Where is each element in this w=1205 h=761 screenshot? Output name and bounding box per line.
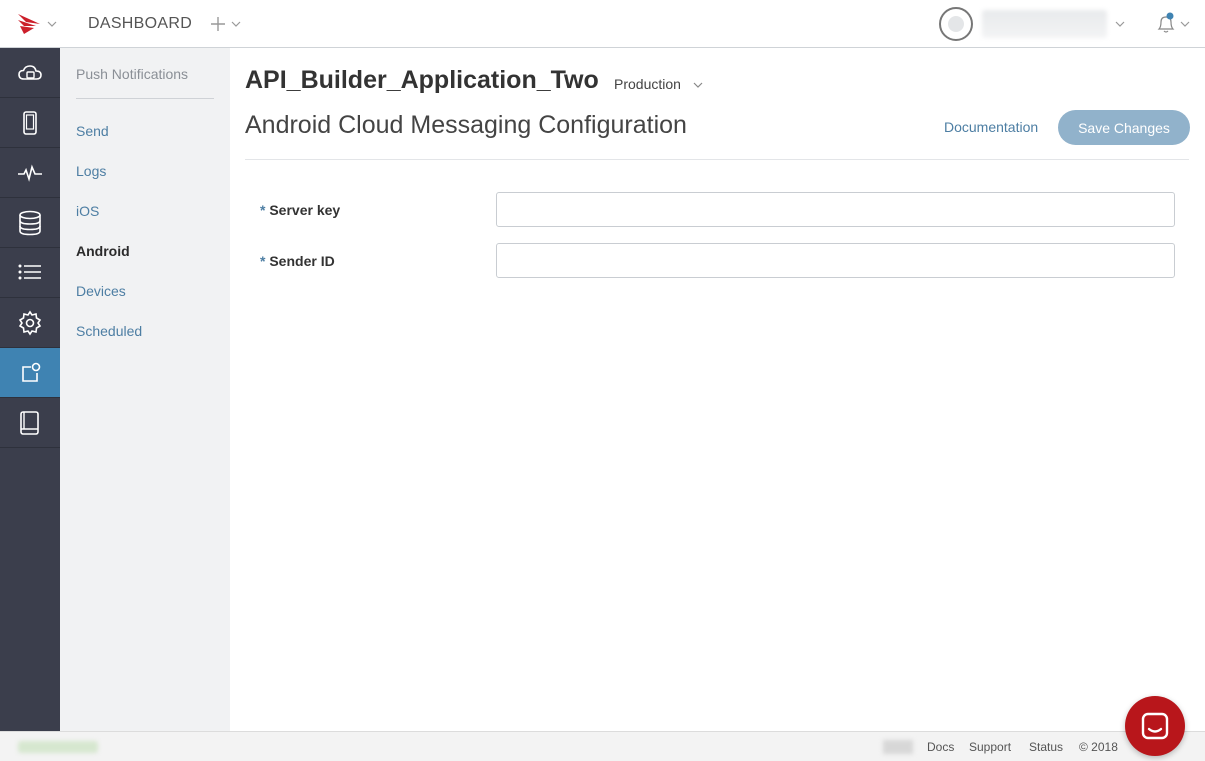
- brand-logo-icon[interactable]: [16, 12, 42, 36]
- subnav-item-android[interactable]: Android: [76, 243, 130, 259]
- chevron-down-icon[interactable]: [1115, 19, 1125, 29]
- version-redacted: [883, 740, 913, 754]
- user-info-redacted[interactable]: [982, 10, 1107, 38]
- rail-item-activity[interactable]: [0, 148, 60, 198]
- list-icon: [18, 264, 41, 279]
- subnav-item-logs[interactable]: Logs: [76, 163, 106, 179]
- rail-item-list[interactable]: [0, 248, 60, 298]
- activity-icon: [18, 164, 42, 182]
- app-name: API_Builder_Application_Two: [245, 66, 599, 94]
- book-icon: [20, 410, 39, 435]
- avatar[interactable]: [939, 7, 973, 41]
- rail-item-mobile[interactable]: [0, 98, 60, 148]
- save-changes-button[interactable]: Save Changes: [1058, 110, 1190, 145]
- required-mark: *: [260, 253, 266, 269]
- dashboard-label[interactable]: DASHBOARD: [88, 15, 192, 33]
- plus-icon[interactable]: [210, 16, 226, 32]
- divider: [245, 159, 1189, 160]
- status-indicator-redacted: [18, 741, 98, 753]
- server-key-label: * Server key: [260, 202, 340, 218]
- gear-icon: [18, 310, 42, 335]
- subnav-item-send[interactable]: Send: [76, 123, 109, 139]
- documentation-link[interactable]: Documentation: [944, 119, 1038, 135]
- rail-item-docs[interactable]: [0, 398, 60, 448]
- mobile-icon: [23, 110, 37, 135]
- cloud-icon: [18, 64, 42, 80]
- chevron-down-icon[interactable]: [1180, 19, 1190, 29]
- subnav-item-ios[interactable]: iOS: [76, 203, 99, 219]
- footer-link-docs[interactable]: Docs: [927, 740, 954, 754]
- rail-item-database[interactable]: [0, 198, 60, 248]
- field-label-text: Server key: [269, 202, 341, 218]
- required-mark: *: [260, 202, 266, 218]
- copyright: © 2018: [1079, 740, 1118, 754]
- rail-item-push-notifications[interactable]: [0, 348, 60, 398]
- chat-button[interactable]: [1125, 696, 1185, 756]
- sender-id-input[interactable]: [496, 243, 1175, 278]
- chevron-down-icon[interactable]: [231, 19, 241, 29]
- chevron-down-icon[interactable]: [693, 80, 703, 90]
- footer: Docs Support Status © 2018: [0, 731, 1205, 761]
- environment-selector[interactable]: Production: [614, 76, 681, 92]
- rail-item-cloud[interactable]: [0, 48, 60, 98]
- subnav-title: Push Notifications: [76, 66, 189, 82]
- push-notifications-subnav: Push Notifications Send Logs iOS Android…: [60, 48, 230, 731]
- top-bar: DASHBOARD: [0, 0, 1205, 48]
- icon-rail: [0, 48, 60, 731]
- page-title: Android Cloud Messaging Configuration: [245, 111, 687, 139]
- chat-icon: [1141, 712, 1169, 740]
- divider: [76, 98, 214, 99]
- footer-link-status[interactable]: Status: [1029, 740, 1063, 754]
- field-label-text: Sender ID: [269, 253, 335, 269]
- subnav-item-scheduled[interactable]: Scheduled: [76, 323, 142, 339]
- push-notification-icon: [22, 362, 41, 382]
- footer-link-support[interactable]: Support: [969, 740, 1011, 754]
- subnav-item-devices[interactable]: Devices: [76, 283, 126, 299]
- bell-icon[interactable]: [1155, 12, 1177, 36]
- chevron-down-icon[interactable]: [47, 19, 57, 29]
- rail-item-settings[interactable]: [0, 298, 60, 348]
- sender-id-label: * Sender ID: [260, 253, 335, 269]
- database-icon: [19, 210, 41, 235]
- server-key-input[interactable]: [496, 192, 1175, 227]
